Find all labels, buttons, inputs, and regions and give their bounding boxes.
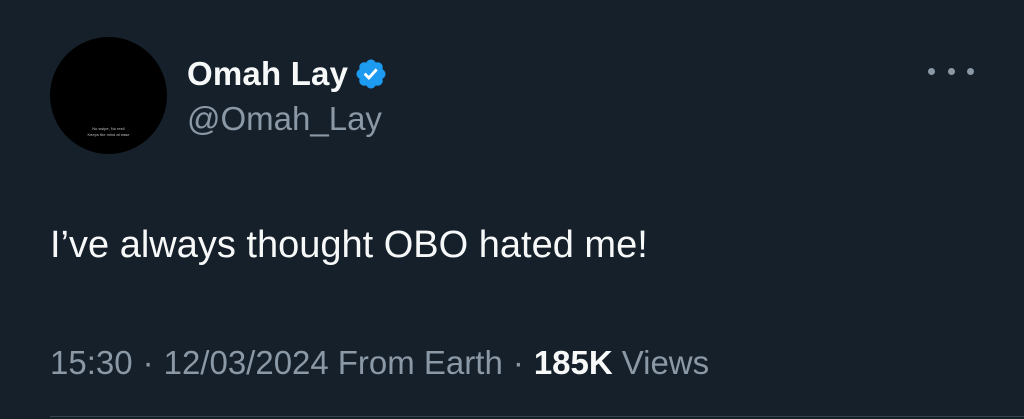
avatar-caption-line-2: Keeps the mind at ease — [87, 132, 130, 137]
meta-separator: · — [512, 344, 524, 381]
tweet-time[interactable]: 15:30 — [50, 344, 133, 382]
more-dot — [928, 67, 935, 75]
views-label[interactable]: Views — [622, 344, 709, 382]
verified-badge-icon[interactable] — [354, 57, 388, 91]
divider — [50, 416, 1024, 417]
tweet-source: From Earth — [337, 344, 503, 381]
avatar[interactable]: No swipe, No rest! Keeps the mind at eas… — [50, 37, 167, 154]
more-dot — [947, 67, 955, 75]
more-options-icon[interactable] — [928, 60, 974, 82]
avatar-caption: No swipe, No rest! Keeps the mind at eas… — [50, 126, 167, 138]
tweet-meta: 15:30 · 12/03/2024 From Earth · 185K Vie… — [50, 344, 709, 382]
tweet-card: No swipe, No rest! Keeps the mind at eas… — [0, 0, 1024, 419]
author-handle[interactable]: @Omah_Lay — [187, 100, 382, 138]
author-display-name[interactable]: Omah Lay — [187, 55, 348, 93]
tweet-date[interactable]: 12/03/2024 — [164, 344, 329, 382]
meta-separator: · — [142, 344, 154, 381]
views-count[interactable]: 185K — [534, 344, 613, 382]
tweet-text: I’ve always thought OBO hated me! — [50, 224, 648, 266]
author-name-row[interactable]: Omah Lay — [187, 52, 388, 96]
more-dot — [967, 67, 974, 75]
